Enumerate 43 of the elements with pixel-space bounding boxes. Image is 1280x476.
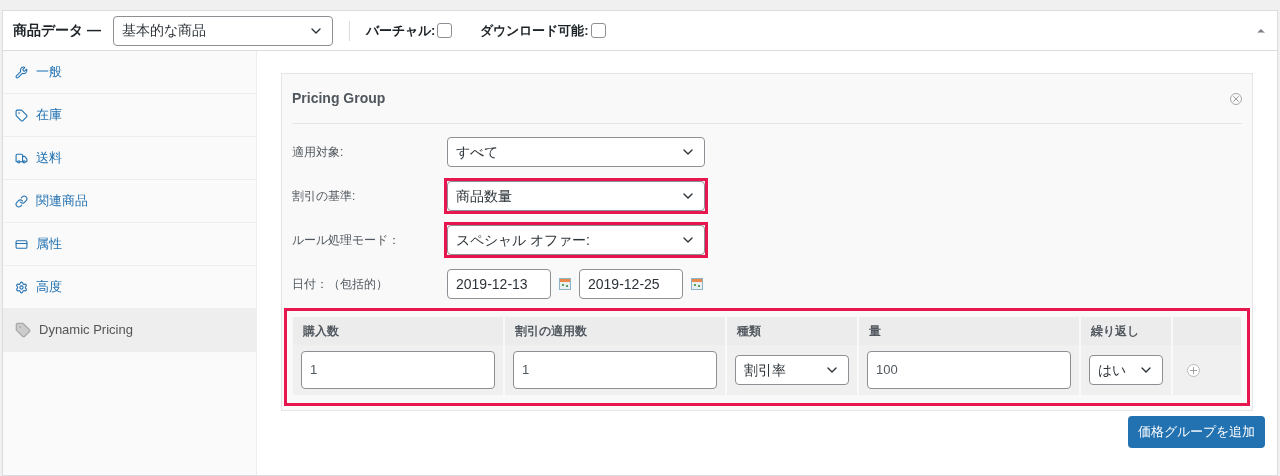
column-header: 繰り返し <box>1081 317 1171 345</box>
column-header: 割引の適用数 <box>505 317 725 345</box>
option-label: ダウンロード可能: <box>480 21 589 40</box>
date-field[interactable]: 2019-12-13 <box>447 269 551 299</box>
dropdown-select[interactable]: 割引率 <box>735 355 849 385</box>
checkbox[interactable] <box>437 23 453 38</box>
number-field[interactable]: 1 <box>513 351 717 389</box>
product-type-select[interactable]: 基本的な商品 <box>112 15 333 46</box>
calendar-icon[interactable] <box>691 278 703 290</box>
field-label: ルール処理モード： <box>292 232 401 249</box>
settings-icon <box>15 280 28 294</box>
wrench-icon <box>15 65 28 79</box>
sidebar-item[interactable]: 関連商品 <box>3 180 256 223</box>
tag-icon <box>15 108 28 122</box>
field-label: 適用対象: <box>292 144 345 161</box>
dropdown-select[interactable]: スペシャル オファー: <box>447 225 705 255</box>
card-icon <box>15 237 28 251</box>
truck-icon <box>15 151 28 165</box>
dropdown-select[interactable]: 商品数量 <box>447 181 705 211</box>
dropdown-select[interactable]: はい <box>1089 355 1163 385</box>
column-header: 種類 <box>727 317 857 345</box>
sidebar-item[interactable]: Dynamic Pricing <box>3 309 256 352</box>
tag-icon <box>15 322 31 338</box>
number-field[interactable]: 1 <box>301 351 495 389</box>
field-label: 日付：（包括的） <box>292 276 389 293</box>
column-header: 購入数 <box>293 317 503 345</box>
calendar-icon[interactable] <box>559 278 571 290</box>
add-row-icon[interactable] <box>1187 363 1200 377</box>
add-pricing-group-button[interactable]: 価格グループを追加 <box>1128 416 1265 448</box>
sidebar-item[interactable]: 属性 <box>3 223 256 266</box>
dropdown-select[interactable]: すべて <box>447 137 705 167</box>
sidebar-item[interactable]: 一般 <box>3 51 256 94</box>
date-field[interactable]: 2019-12-25 <box>579 269 683 299</box>
group-title: Pricing Group <box>292 89 386 108</box>
panel-title: 商品データ — <box>13 21 101 40</box>
sidebar-item[interactable]: 送料 <box>3 137 256 180</box>
column-header: 量 <box>859 317 1079 345</box>
option-label: バーチャル: <box>365 21 436 40</box>
checkbox[interactable] <box>590 23 606 38</box>
field-label: 割引の基準: <box>292 188 357 205</box>
link-icon <box>15 194 28 208</box>
number-field[interactable]: 100 <box>867 351 1071 389</box>
sidebar-item[interactable]: 在庫 <box>3 94 256 137</box>
